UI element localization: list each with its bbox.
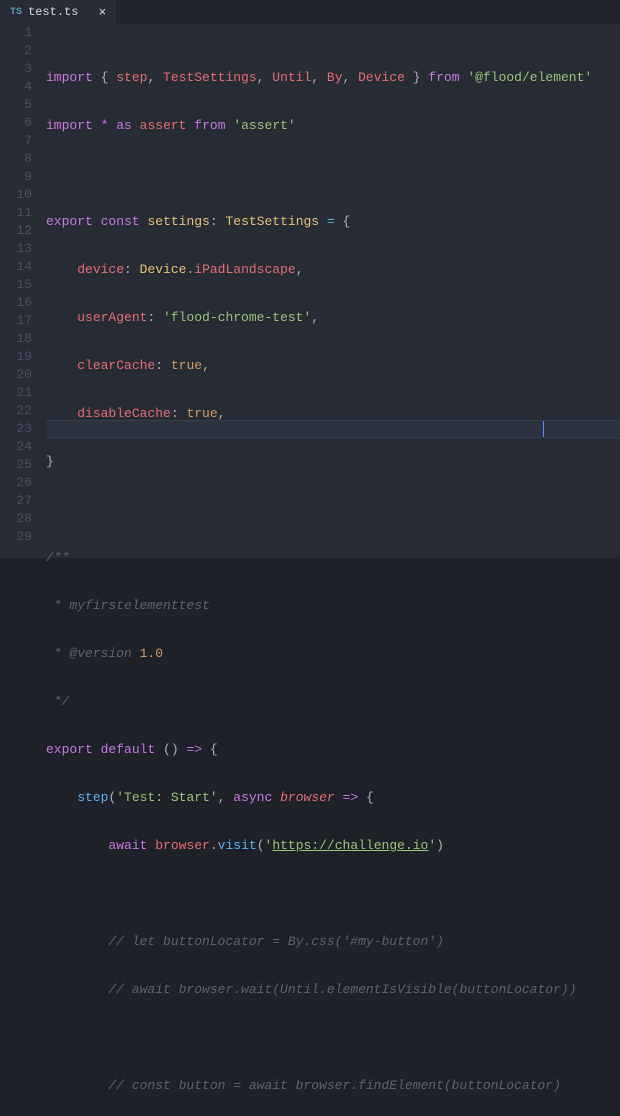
line-number: 12 <box>0 222 32 240</box>
line-number: 23 <box>0 420 32 438</box>
line-number: 3 <box>0 60 32 78</box>
line-number: 4 <box>0 78 32 96</box>
active-line-highlight <box>46 420 620 438</box>
line-number: 10 <box>0 186 32 204</box>
line-number: 22 <box>0 402 32 420</box>
editor[interactable]: 1234567891011121314151617181920212223242… <box>0 24 620 558</box>
tab-test-ts[interactable]: TS test.ts × <box>0 0 116 24</box>
line-number: 19 <box>0 348 32 366</box>
line-number: 2 <box>0 42 32 60</box>
line-number: 28 <box>0 510 32 528</box>
line-number: 27 <box>0 492 32 510</box>
line-number: 29 <box>0 528 32 546</box>
typescript-icon: TS <box>10 7 22 18</box>
line-number: 15 <box>0 276 32 294</box>
code-area[interactable]: import { step, TestSettings, Until, By, … <box>46 24 620 558</box>
line-number: 6 <box>0 114 32 132</box>
line-number: 8 <box>0 150 32 168</box>
line-number: 20 <box>0 366 32 384</box>
tab-bar: TS test.ts × <box>0 0 620 24</box>
line-number-gutter: 1234567891011121314151617181920212223242… <box>0 24 46 558</box>
line-number: 21 <box>0 384 32 402</box>
line-number: 26 <box>0 474 32 492</box>
line-number: 5 <box>0 96 32 114</box>
cursor <box>543 421 544 437</box>
line-number: 17 <box>0 312 32 330</box>
line-number: 7 <box>0 132 32 150</box>
line-number: 25 <box>0 456 32 474</box>
line-number: 9 <box>0 168 32 186</box>
close-icon[interactable]: × <box>98 5 106 20</box>
line-number: 13 <box>0 240 32 258</box>
line-number: 1 <box>0 24 32 42</box>
tab-filename: test.ts <box>28 5 78 19</box>
line-number: 18 <box>0 330 32 348</box>
line-number: 24 <box>0 438 32 456</box>
line-number: 14 <box>0 258 32 276</box>
line-number: 16 <box>0 294 32 312</box>
line-number: 11 <box>0 204 32 222</box>
